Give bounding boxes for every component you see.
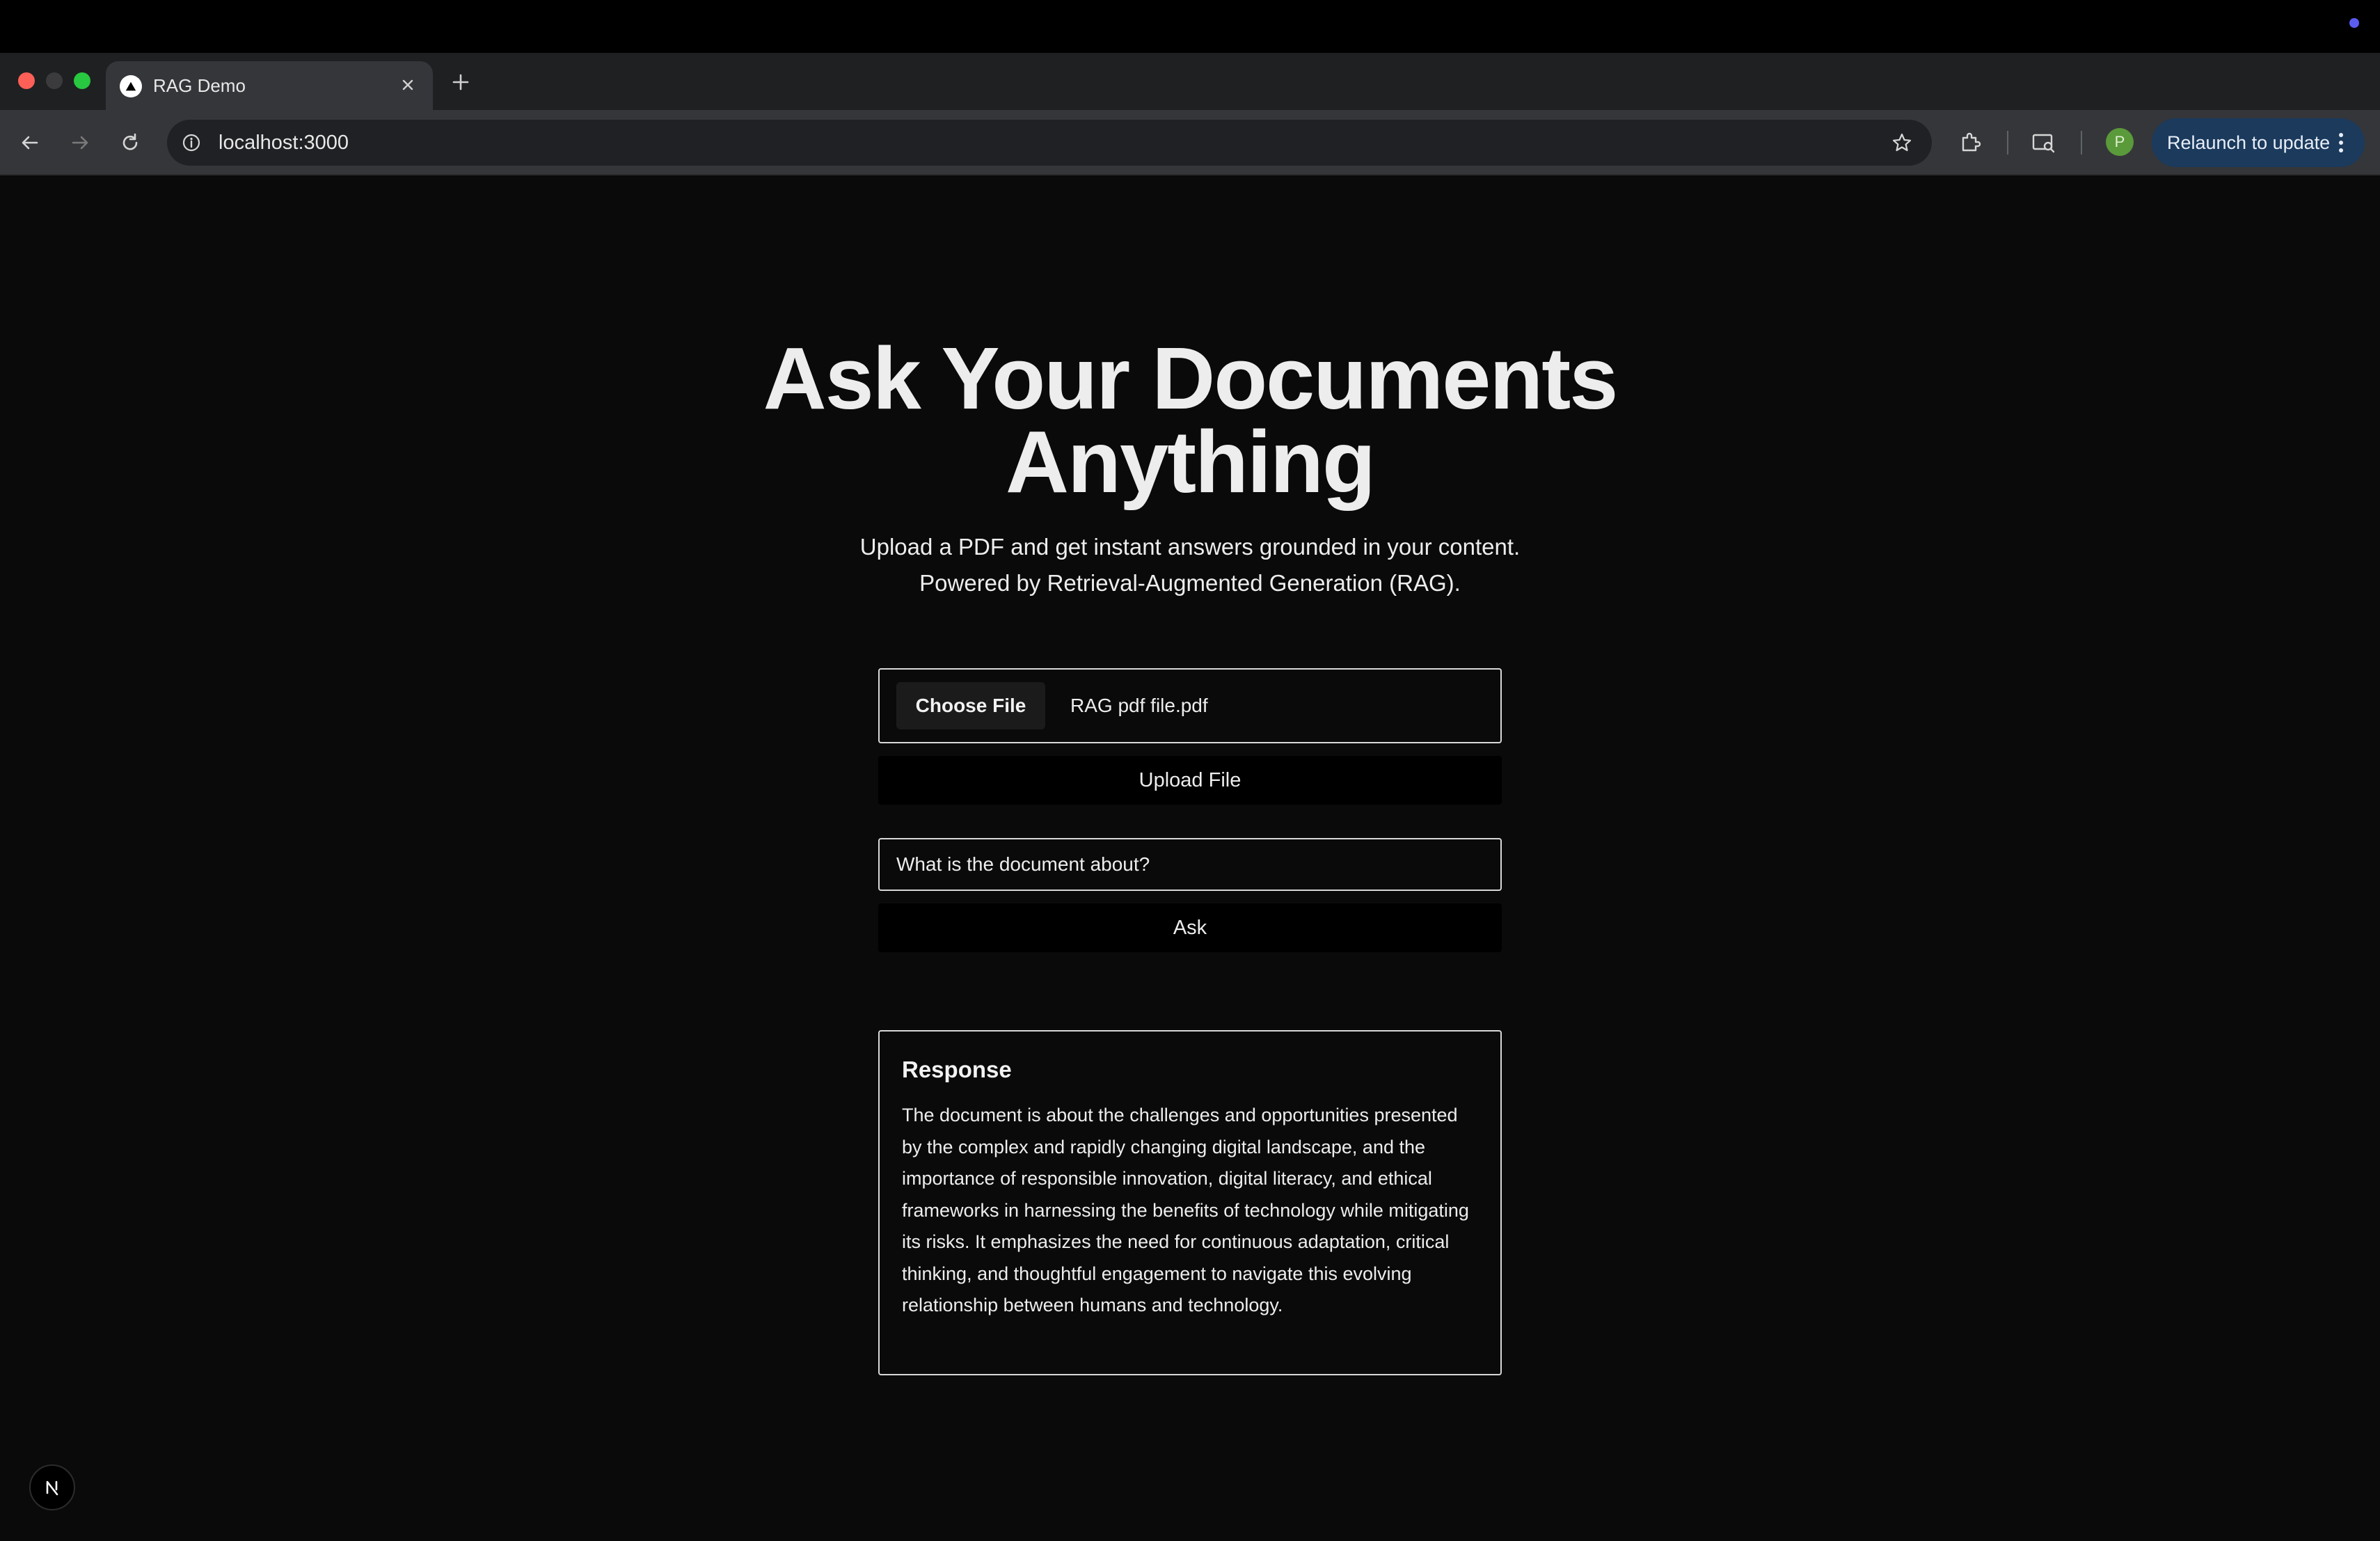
relaunch-update-button[interactable]: Relaunch to update [2152,118,2365,167]
profile-avatar[interactable]: P [2106,128,2134,156]
address-url: localhost:3000 [219,132,349,154]
response-text: The document is about the challenges and… [902,1105,1469,1315]
reload-icon[interactable] [113,125,148,160]
triangle-icon [120,75,142,97]
browser-tab[interactable]: RAG Demo [106,61,433,110]
response-card: Response The document is about the chall… [878,1030,1502,1375]
os-menu-bar [0,0,2380,53]
status-indicator-icon [2349,18,2359,28]
selected-file-name: RAG pdf file.pdf [1070,695,1208,716]
file-picker[interactable]: Choose File RAG pdf file.pdf [878,668,1502,743]
toolbar-divider [2081,131,2082,155]
bookmark-star-icon[interactable] [1889,129,1915,156]
forward-arrow-icon[interactable] [63,125,97,160]
page-title: Ask Your Documents Anything [763,329,1619,511]
tab-title: RAG Demo [153,75,246,96]
nextjs-icon[interactable] [29,1464,75,1510]
tab-search-icon[interactable] [2026,125,2061,160]
response-heading: Response [902,1057,1012,1082]
close-tab-icon[interactable] [395,72,420,97]
back-arrow-icon[interactable] [13,125,47,160]
close-window-button[interactable] [18,72,35,89]
page-subtitle: Upload a PDF and get instant answers gro… [703,529,1677,601]
question-input[interactable] [878,838,1502,891]
subtitle-line: Powered by Retrieval-Augmented Generatio… [919,570,1461,596]
ask-button[interactable]: Ask [878,903,1502,952]
upload-file-button[interactable]: Upload File [878,756,1502,805]
toolbar-divider [2007,131,2008,155]
choose-file-button[interactable]: Choose File [896,682,1045,729]
maximize-window-button[interactable] [74,72,90,89]
subtitle-line: Upload a PDF and get instant answers gro… [859,534,1521,560]
minimize-window-button[interactable] [46,72,63,89]
relaunch-label: Relaunch to update [2167,132,2331,153]
more-menu-icon[interactable] [2329,129,2354,156]
address-bar[interactable]: localhost:3000 [167,120,1932,166]
extensions-puzzle-icon[interactable] [1953,125,1988,160]
new-tab-icon[interactable] [445,67,476,97]
site-info-icon[interactable] [180,131,203,155]
